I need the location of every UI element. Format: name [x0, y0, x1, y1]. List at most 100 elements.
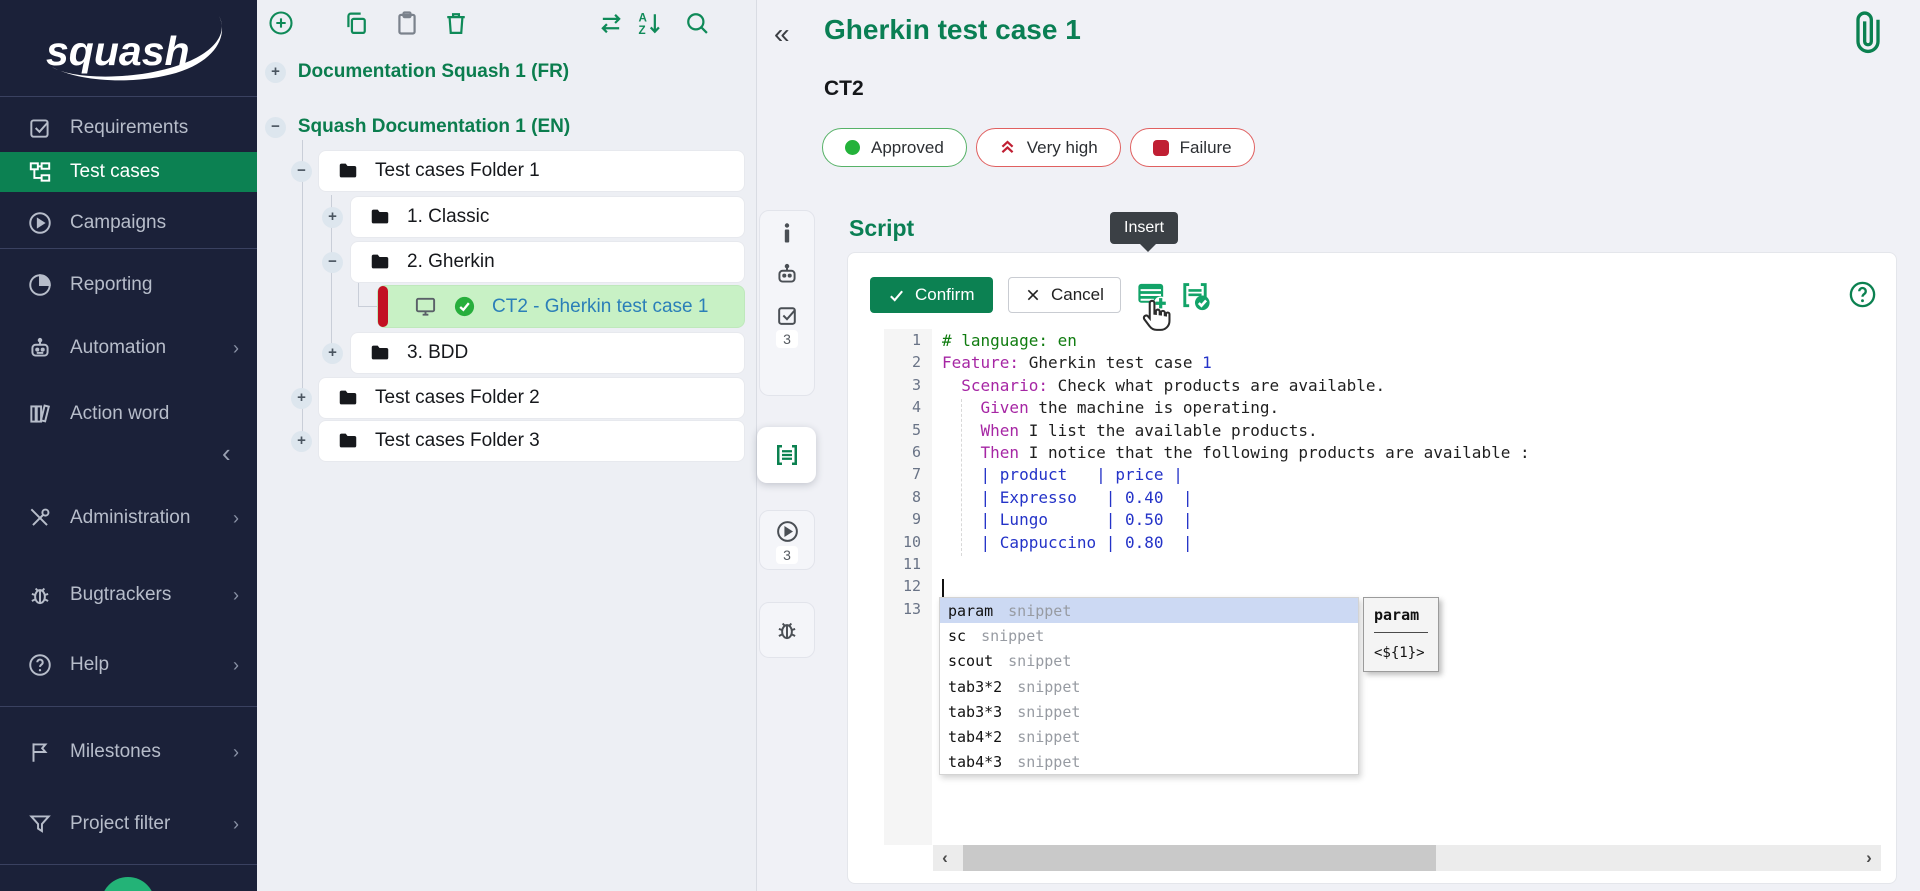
code-line[interactable]: Then I notice that the following product…: [942, 443, 1530, 465]
confirm-button[interactable]: Confirm: [870, 277, 993, 313]
importance-badge-very-high[interactable]: Very high: [976, 128, 1121, 167]
scrollbar-thumb[interactable]: [963, 845, 1436, 871]
expand-icon[interactable]: +: [291, 431, 312, 452]
squash-logo[interactable]: squash: [22, 10, 232, 90]
line-number-gutter: 12345678910111213: [884, 329, 932, 845]
delete-button[interactable]: [441, 9, 471, 39]
sidebar-item-label: Reporting: [70, 274, 152, 296]
sidebar-item-automation[interactable]: Automation ›: [0, 328, 257, 368]
code-token: I notice that the following products are…: [1019, 443, 1530, 462]
information-anchor-button[interactable]: [760, 211, 814, 251]
sidebar-item-administration[interactable]: Administration ›: [0, 498, 257, 538]
tree-folder-node[interactable]: Test cases Folder 1: [318, 150, 745, 192]
divider: [0, 706, 257, 707]
sidebar-item-action-word[interactable]: Action word: [0, 394, 257, 434]
code-line[interactable]: | product | price |: [942, 465, 1530, 487]
automation-anchor-button[interactable]: [760, 251, 814, 293]
autocomplete-item[interactable]: tab3*2snippet: [940, 674, 1358, 699]
validate-script-button[interactable]: [1177, 278, 1213, 316]
sidebar-item-label: Project filter: [70, 813, 170, 835]
sidebar-item-milestones[interactable]: Milestones ›: [0, 732, 257, 772]
code-line[interactable]: When I list the available products.: [942, 421, 1530, 443]
add-button[interactable]: [266, 9, 296, 39]
copy-button[interactable]: [341, 9, 371, 39]
tree-project-row[interactable]: − ★ Squash Documentation 1 (EN): [265, 110, 570, 144]
code-area[interactable]: # language: enFeature: Gherkin test case…: [942, 331, 1530, 622]
script-anchor-button-active[interactable]: [757, 440, 816, 470]
horizontal-scrollbar[interactable]: ‹ ›: [933, 845, 1881, 871]
code-line[interactable]: | Expresso | 0.40 |: [942, 488, 1530, 510]
autocomplete-item[interactable]: tab3*3snippet: [940, 699, 1358, 724]
snippet-type: snippet: [1008, 652, 1071, 670]
sidebar-item-project-filter[interactable]: Project filter ›: [0, 804, 257, 844]
folder-icon: [369, 206, 391, 228]
code-line[interactable]: Feature: Gherkin test case 1: [942, 353, 1530, 375]
code-line[interactable]: # language: en: [942, 331, 1530, 353]
code-line[interactable]: Given the machine is operating.: [942, 398, 1530, 420]
autocomplete-item[interactable]: scoutsnippet: [940, 649, 1358, 674]
attachments-button[interactable]: [1848, 6, 1888, 63]
code-line[interactable]: [942, 555, 1530, 577]
cancel-label: Cancel: [1051, 285, 1104, 305]
sidebar-item-help[interactable]: Help ›: [0, 645, 257, 685]
code-line[interactable]: | Lungo | 0.50 |: [942, 510, 1530, 532]
code-line[interactable]: | Cappuccino | 0.80 |: [942, 533, 1530, 555]
insert-snippet-button[interactable]: [1134, 278, 1169, 316]
count-badge: 3: [776, 546, 798, 564]
search-button[interactable]: [682, 9, 712, 39]
sidebar-item-label: Automation: [70, 337, 166, 359]
issues-anchor-button[interactable]: [760, 617, 814, 643]
avatar[interactable]: [101, 877, 155, 891]
status-badge-approved[interactable]: Approved: [822, 128, 967, 167]
monitor-icon: [414, 295, 437, 318]
weight-badge-failure[interactable]: Failure: [1130, 128, 1255, 167]
tree-folder-node[interactable]: 3. BDD: [350, 332, 745, 374]
collapse-detail-icon[interactable]: «: [774, 18, 790, 50]
expand-icon[interactable]: +: [322, 207, 343, 228]
sidebar-item-test-cases[interactable]: Test cases: [0, 152, 257, 192]
code-line[interactable]: Scenario: Check what products are availa…: [942, 376, 1530, 398]
sidebar: squash Requirements Test cases Campaigns…: [0, 0, 257, 891]
tree-folder-node[interactable]: 1. Classic: [350, 196, 745, 238]
autocomplete-item[interactable]: tab4*2snippet: [940, 724, 1358, 749]
help-icon: [27, 652, 53, 678]
line-number: 7: [884, 465, 932, 487]
collapse-icon[interactable]: −: [322, 252, 343, 273]
sidebar-item-requirements[interactable]: Requirements: [0, 108, 257, 148]
tree-test-case-node-selected[interactable]: CT2 - Gherkin test case 1: [377, 285, 745, 328]
cancel-button[interactable]: Cancel: [1008, 277, 1121, 313]
sidebar-item-campaigns[interactable]: Campaigns: [0, 203, 257, 243]
sort-az-button[interactable]: AZ: [634, 9, 664, 39]
tree-folder-node[interactable]: Test cases Folder 3: [318, 420, 745, 462]
bug-icon: [774, 617, 800, 643]
sidebar-item-bugtrackers[interactable]: Bugtrackers ›: [0, 575, 257, 615]
help-button[interactable]: [1847, 279, 1878, 313]
tree-folder-node[interactable]: Test cases Folder 2: [318, 377, 745, 419]
tree-folder-node[interactable]: 2. Gherkin: [350, 241, 745, 283]
sidebar-item-label: Action word: [70, 403, 169, 425]
expand-icon[interactable]: +: [322, 343, 343, 364]
sidebar-collapse-icon[interactable]: ‹: [222, 440, 231, 466]
scroll-left-button[interactable]: ‹: [933, 845, 957, 871]
collapse-icon[interactable]: −: [291, 161, 312, 182]
autocomplete-item[interactable]: tab4*3snippet: [940, 750, 1358, 775]
autocomplete-item[interactable]: scsnippet: [940, 623, 1358, 648]
executions-anchor-button[interactable]: 3: [760, 511, 814, 570]
tree-project-row[interactable]: + ★ Documentation Squash 1 (FR): [265, 55, 569, 89]
node-label: Test cases Folder 1: [375, 160, 540, 182]
expand-icon[interactable]: +: [265, 62, 286, 83]
scroll-right-button[interactable]: ›: [1857, 845, 1881, 871]
expand-icon[interactable]: +: [291, 388, 312, 409]
verifications-anchor-button[interactable]: 3: [760, 293, 814, 354]
project-label[interactable]: Squash Documentation 1 (EN): [298, 116, 570, 138]
code-token: Then: [942, 443, 1019, 462]
collapse-icon[interactable]: −: [265, 117, 286, 138]
paste-button[interactable]: [392, 9, 422, 39]
project-label[interactable]: Documentation Squash 1 (FR): [298, 61, 569, 83]
tools-icon: [27, 505, 53, 531]
folder-icon: [337, 430, 359, 452]
autocomplete-item[interactable]: paramsnippet: [940, 598, 1358, 623]
swap-arrows-button[interactable]: [596, 9, 626, 39]
line-number: 4: [884, 398, 932, 420]
sidebar-item-reporting[interactable]: Reporting: [0, 265, 257, 305]
